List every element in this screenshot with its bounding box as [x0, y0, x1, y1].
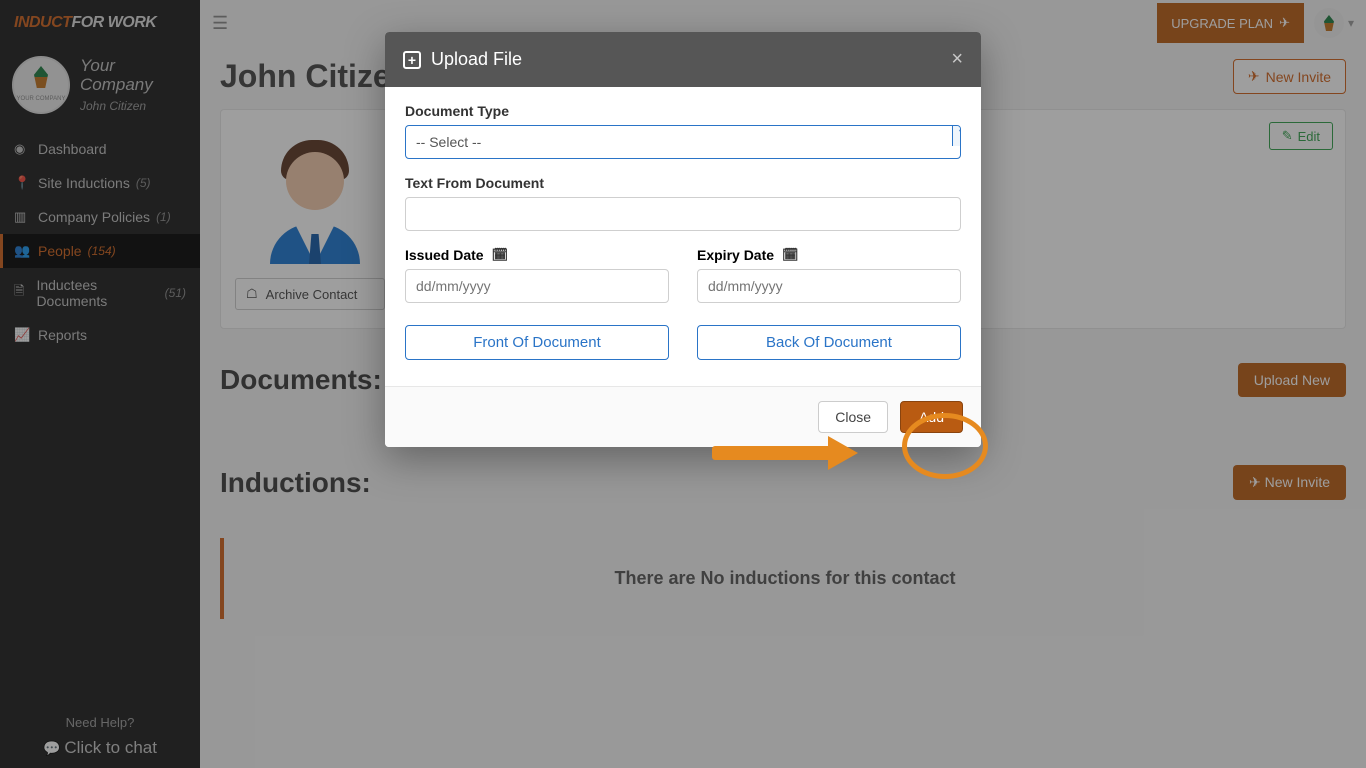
- expiry-date-label: Expiry Date: [697, 247, 774, 263]
- modal-body: Document Type -- Select -- ▾ Text From D…: [385, 87, 981, 386]
- close-icon[interactable]: ×: [951, 48, 963, 71]
- issued-date-input[interactable]: [405, 269, 669, 303]
- upload-file-modal: + Upload File × Document Type -- Select …: [385, 32, 981, 447]
- document-type-select[interactable]: -- Select -- ▾: [405, 125, 961, 159]
- front-of-document-button[interactable]: Front Of Document: [405, 325, 669, 360]
- back-of-document-button[interactable]: Back Of Document: [697, 325, 961, 360]
- document-type-label: Document Type: [405, 103, 961, 119]
- close-button[interactable]: Close: [818, 401, 888, 433]
- modal-footer: Close Add: [385, 386, 981, 447]
- expiry-date-input[interactable]: [697, 269, 961, 303]
- text-from-document-input[interactable]: [405, 197, 961, 231]
- chevron-down-icon: ▾: [952, 125, 961, 146]
- calendar-icon: 🗓: [782, 247, 799, 263]
- plus-icon: +: [403, 51, 421, 69]
- modal-header: + Upload File ×: [385, 32, 981, 87]
- issued-date-label: Issued Date: [405, 247, 484, 263]
- add-button[interactable]: Add: [900, 401, 963, 433]
- modal-title: Upload File: [431, 49, 522, 70]
- calendar-icon: 🗓: [492, 247, 509, 263]
- text-from-document-label: Text From Document: [405, 175, 961, 191]
